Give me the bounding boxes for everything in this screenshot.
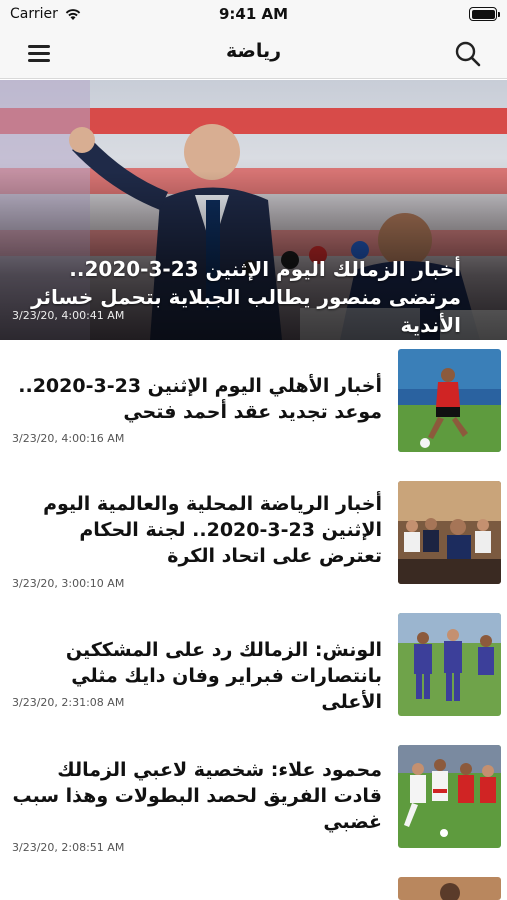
article-date: 3/23/20, 4:00:16 AM (12, 432, 125, 445)
article-title: أخبار الرياضة المحلية والعالمية اليوم ال… (43, 493, 382, 567)
search-icon[interactable] (453, 39, 483, 69)
featured-date: 3/23/20, 4:00:41 AM (12, 309, 125, 322)
featured-title: أخبار الزمالك اليوم الإثنين 23-3-2020.. … (31, 257, 461, 337)
article-thumbnail (398, 613, 501, 716)
list-item[interactable] (0, 869, 507, 900)
article-date: 3/23/20, 2:31:08 AM (12, 696, 125, 709)
page-title: رياضة (225, 40, 282, 62)
article-date: 3/23/20, 3:00:10 AM (12, 577, 125, 590)
article-thumbnail (398, 481, 501, 584)
status-bar: Carrier 9:41 AM (0, 0, 507, 28)
featured-article[interactable]: أخبار الزمالك اليوم الإثنين 23-3-2020.. … (0, 80, 507, 340)
list-item[interactable]: محمود علاء: شخصية لاعبي الزمالك قادت الف… (0, 737, 507, 869)
list-item[interactable]: الونش: الزمالك رد على المشككين بانتصارات… (0, 605, 507, 737)
article-title: محمود علاء: شخصية لاعبي الزمالك قادت الف… (12, 759, 382, 833)
navigation-bar: رياضة (0, 28, 507, 79)
article-thumbnail (398, 745, 501, 848)
article-date: 3/23/20, 2:08:51 AM (12, 841, 125, 854)
battery-icon (469, 7, 500, 21)
clock: 9:41 AM (218, 5, 289, 23)
list-item[interactable]: أخبار الأهلي اليوم الإثنين 23-3-2020.. م… (0, 341, 507, 473)
list-item[interactable]: أخبار الرياضة المحلية والعالمية اليوم ال… (0, 473, 507, 605)
article-thumbnail (398, 349, 501, 452)
article-title: أخبار الأهلي اليوم الإثنين 23-3-2020.. م… (18, 375, 382, 423)
article-thumbnail (398, 877, 501, 900)
